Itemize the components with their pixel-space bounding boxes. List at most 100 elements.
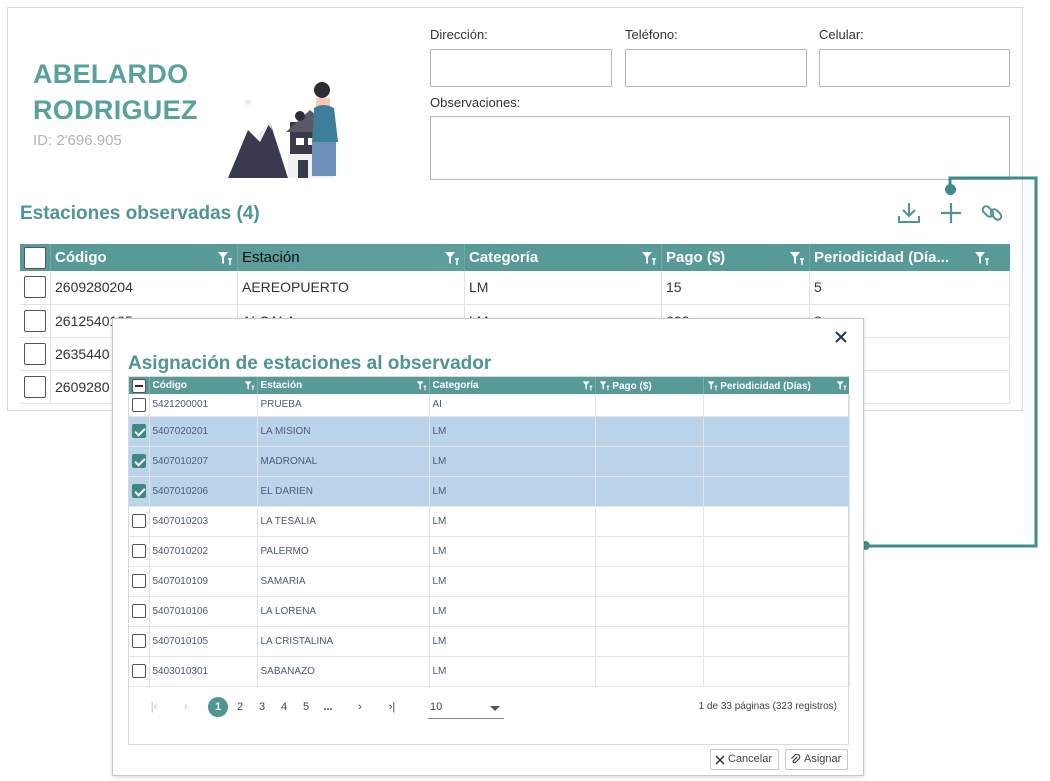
cancel-button[interactable]: Cancelar [710, 749, 780, 770]
grid-select-all-checkbox[interactable] [132, 378, 146, 393]
observaciones-input[interactable] [430, 116, 1010, 180]
celular-input[interactable] [819, 49, 1010, 87]
grid-cell-periodicidad [703, 656, 850, 687]
pager-page-4[interactable]: 4 [274, 697, 294, 717]
row-checkbox[interactable] [24, 342, 46, 365]
grid-row-checkbox[interactable] [132, 544, 146, 558]
grid-cell-categoria: LM [429, 626, 596, 657]
select-all-checkbox[interactable] [24, 246, 46, 269]
pager-page-5[interactable]: 5 [296, 697, 316, 717]
grid-cell-codigo: 5407010105 [149, 626, 258, 657]
grid-cell-estacion: PALERMO [257, 536, 430, 567]
filter-icon[interactable] [789, 250, 805, 266]
filter-icon[interactable] [641, 250, 657, 266]
grid-cell-categoria: LM [429, 506, 596, 537]
grid-cell-pago [595, 566, 704, 597]
grid-cell-codigo: 5407010109 [149, 566, 258, 597]
assign-button[interactable]: Asignar [785, 749, 849, 770]
grid-header-pago[interactable]: Pago ($) [595, 377, 704, 394]
pager-page-3[interactable]: 3 [252, 697, 272, 717]
row-checkbox[interactable] [24, 309, 46, 332]
pager-page-2[interactable]: 2 [230, 697, 250, 717]
pager-ellipsis[interactable]: ... [318, 697, 338, 717]
grid-cell-pago [595, 416, 704, 447]
grid-cell-pago [595, 394, 704, 417]
cell-categoria: LM [464, 271, 662, 305]
filter-icon[interactable] [416, 380, 427, 391]
pager-last-button[interactable]: ›| [382, 697, 402, 717]
grid-cell-categoria: LM [429, 416, 596, 447]
header-codigo[interactable]: Código [50, 244, 238, 271]
select-all-header[interactable] [20, 244, 51, 271]
filter-icon[interactable] [217, 250, 233, 266]
grid-cell-periodicidad [703, 566, 850, 597]
grid-header-codigo[interactable]: Código [149, 377, 258, 394]
filter-icon[interactable] [836, 380, 847, 391]
table-row[interactable]: 2609280204 AEREOPUERTO LM 15 5 [20, 271, 1010, 305]
direccion-input[interactable] [430, 49, 612, 87]
grid-row-checkbox[interactable] [132, 664, 146, 678]
grid-cell-estacion: SAMARIA [257, 566, 430, 597]
row-checkbox[interactable] [24, 276, 46, 299]
grid-row-checkbox[interactable] [132, 397, 146, 412]
grid-header-estacion[interactable]: Estación [257, 377, 430, 394]
grid-header-periodicidad[interactable]: Periodicidad (Días) [703, 377, 849, 394]
grid-row-checkbox[interactable] [132, 424, 146, 438]
grid-row-checkbox[interactable] [132, 454, 146, 468]
grid-cell-estacion: SABANAZO [257, 656, 430, 687]
grid-row[interactable]: 5407010105 LA CRISTALINA LM [129, 626, 850, 657]
grid-cell-codigo: 5407010202 [149, 536, 258, 567]
stations-grid-table: Código Estación Categoría Pago ($) Perio… [129, 377, 850, 687]
header-estacion[interactable]: Estación [237, 244, 465, 271]
grid-row[interactable]: 5403010301 SABANAZO LM [129, 656, 850, 687]
row-checkbox[interactable] [24, 375, 46, 398]
pager-next-button[interactable]: › [350, 697, 370, 717]
grid-row[interactable]: 5407010106 LA LORENA LM [129, 596, 850, 627]
download-icon[interactable] [896, 200, 922, 226]
grid-cell-periodicidad [703, 596, 850, 627]
header-periodicidad[interactable]: Periodicidad (Día... [809, 244, 1010, 271]
grid-select-all-header[interactable] [129, 377, 150, 394]
grid-cell-estacion: LA MISION [257, 416, 430, 447]
pager-page-1[interactable]: 1 [208, 697, 228, 717]
plus-icon[interactable] [938, 200, 964, 226]
grid-row-checkbox[interactable] [132, 574, 146, 588]
pager-prev-button[interactable]: ‹ [176, 697, 196, 717]
close-icon[interactable] [833, 329, 849, 345]
grid-row-checkbox[interactable] [132, 634, 146, 648]
grid-cell-codigo: 5421200001 [149, 394, 258, 417]
direccion-label: Dirección: [430, 27, 488, 42]
grid-row[interactable]: 5407010206 EL DARIEN LM [129, 476, 850, 507]
cell-pago: 15 [661, 271, 810, 305]
header-categoria[interactable]: Categoría [464, 244, 662, 271]
grid-row-checkbox[interactable] [132, 604, 146, 618]
grid-cell-pago [595, 596, 704, 627]
grid-row[interactable]: 5407010207 MADRONAL LM [129, 446, 850, 477]
grid-cell-estacion: EL DARIEN [257, 476, 430, 507]
grid-row-checkbox[interactable] [132, 484, 146, 498]
cell-periodicidad: 5 [809, 271, 1010, 305]
filter-icon[interactable] [974, 250, 990, 266]
grid-row[interactable]: 5407010202 PALERMO LM [129, 536, 850, 567]
filter-icon[interactable] [244, 380, 255, 391]
grid-row-checkbox[interactable] [132, 514, 146, 528]
telefono-input[interactable] [625, 49, 807, 87]
grid-cell-estacion: LA TESALIA [257, 506, 430, 537]
grid-cell-codigo: 5407010203 [149, 506, 258, 537]
filter-icon[interactable] [599, 380, 610, 391]
cell-estacion: AEREOPUERTO [237, 271, 465, 305]
pager-first-button[interactable]: |‹ [144, 697, 164, 717]
grid-row[interactable]: 5421200001 PRUEBA AI [129, 394, 850, 417]
grid-row[interactable]: 5407010109 SAMARIA LM [129, 566, 850, 597]
filter-icon[interactable] [444, 250, 460, 266]
page-size-select[interactable]: 10 [428, 697, 504, 719]
grid-cell-categoria: LM [429, 446, 596, 477]
grid-row[interactable]: 5407020201 LA MISION LM [129, 416, 850, 447]
link-icon[interactable] [979, 200, 1005, 226]
grid-header-categoria[interactable]: Categoría [429, 377, 596, 394]
header-pago[interactable]: Pago ($) [661, 244, 810, 271]
modal-title: Asignación de estaciones al observador [128, 353, 492, 374]
filter-icon[interactable] [707, 380, 718, 391]
grid-row[interactable]: 5407010203 LA TESALIA LM [129, 506, 850, 537]
filter-icon[interactable] [582, 380, 593, 391]
